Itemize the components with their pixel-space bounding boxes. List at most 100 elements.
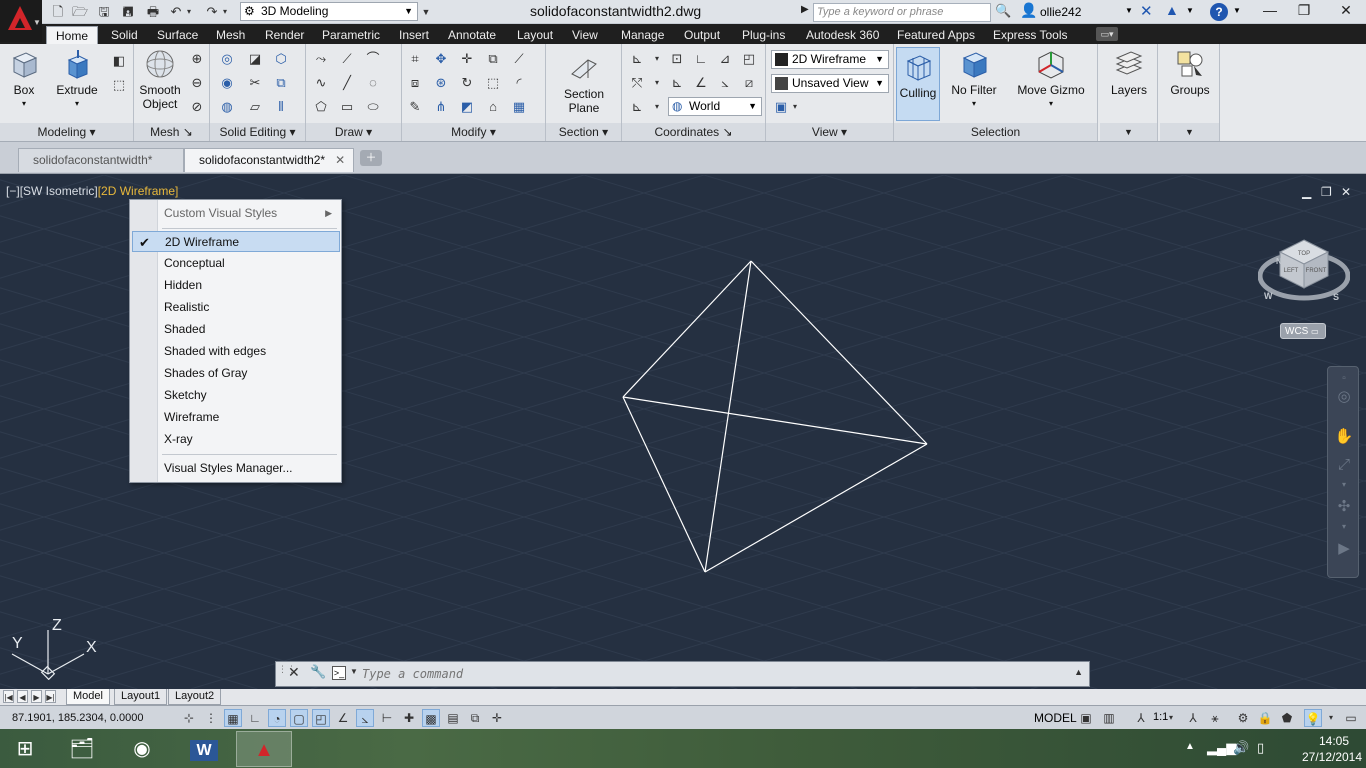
show-hidden-icons-icon[interactable]: ▲ xyxy=(1185,741,1195,752)
windows-start-icon[interactable]: ⊞ xyxy=(0,731,50,767)
line-icon[interactable]: ╱ xyxy=(338,74,356,92)
compass-n-label[interactable]: N xyxy=(1276,257,1282,266)
steering-wheel-icon[interactable]: ◎ xyxy=(1334,387,1354,407)
grid-display-icon[interactable]: ▦ xyxy=(224,709,242,727)
minimize-button[interactable]: — xyxy=(1252,0,1288,22)
ucs-face-dropdown-icon[interactable]: ▾ xyxy=(652,98,662,116)
3d-object-snap-icon[interactable]: ◰ xyxy=(312,709,330,727)
doc-tab-1[interactable]: solidofaconstantwidth* xyxy=(18,148,184,172)
viewcube-front-label[interactable]: FRONT xyxy=(1306,268,1327,274)
mesh-smooth-less-icon[interactable]: ⊖ xyxy=(188,74,206,92)
clock-date[interactable]: 27/12/2014 xyxy=(1300,750,1364,764)
autodesk-360-icon[interactable]: ▲ xyxy=(1165,2,1179,18)
snap-mode-icon[interactable]: ⋮ xyxy=(202,709,220,727)
tab-home[interactable]: Home xyxy=(46,26,99,44)
new-file-icon[interactable]: 🗋 xyxy=(48,3,68,21)
groups-button[interactable]: Groups xyxy=(1166,48,1214,97)
mirror-icon[interactable]: ⧈ xyxy=(406,74,424,92)
wcs-menu[interactable]: WCS ▭ xyxy=(1280,323,1326,339)
menu-item-sketchy[interactable]: Sketchy xyxy=(132,385,340,406)
showmotion-icon[interactable]: ▶ xyxy=(1334,539,1354,559)
menu-item-x-ray[interactable]: X-ray xyxy=(132,429,340,450)
panel-title-draw[interactable]: Draw ▾ xyxy=(306,123,401,141)
undo-icon[interactable]: ↶ xyxy=(166,3,186,21)
transparency-icon[interactable]: ▩ xyxy=(422,709,440,727)
quick-view-layouts-icon[interactable]: ▣ xyxy=(1077,709,1095,727)
print-icon[interactable]: 🖶 xyxy=(143,3,163,21)
groups-expand-icon[interactable]: ▼ xyxy=(1160,123,1219,141)
scale-icon[interactable]: ⬚ xyxy=(484,74,502,92)
application-menu-button[interactable]: ▼ xyxy=(0,0,42,42)
orbit-icon[interactable]: ✣ xyxy=(1334,497,1354,517)
auto-scale-icon[interactable]: ⚹ xyxy=(1206,709,1224,727)
object-snap-tracking-icon[interactable]: ∠ xyxy=(334,709,352,727)
network-icon[interactable]: ▂▄▆ xyxy=(1207,740,1236,756)
annotation-visibility-icon[interactable]: ⅄ xyxy=(1184,709,1202,727)
ribbon-minimize-icon[interactable]: ▭▾ xyxy=(1096,27,1118,41)
tab-autodesk-360[interactable]: Autodesk 360 xyxy=(802,26,883,44)
viewcube-left-label[interactable]: LEFT xyxy=(1284,268,1299,274)
autocad-taskbar-icon[interactable]: ▲ xyxy=(236,731,292,767)
navbar-close-icon[interactable]: ▫ xyxy=(1334,369,1354,389)
array-icon[interactable]: ▦ xyxy=(510,98,528,116)
copy-icon[interactable]: ⧉ xyxy=(484,50,502,68)
polysolid-icon[interactable]: ⬚ xyxy=(110,76,128,94)
save-as-icon[interactable]: 🖪 xyxy=(118,3,138,21)
polar-tracking-icon[interactable]: ◔ xyxy=(268,709,286,727)
move-gizmo-button[interactable]: Move Gizmo ▾ xyxy=(1014,48,1088,111)
quick-properties-icon[interactable]: ▤ xyxy=(444,709,462,727)
menu-item-hidden[interactable]: Hidden xyxy=(132,275,340,296)
rectangle-icon[interactable]: ▭ xyxy=(338,98,356,116)
ucs-face-icon[interactable]: ⊾ xyxy=(628,98,646,116)
mesh-smooth-more-icon[interactable]: ⊕ xyxy=(188,50,206,68)
tab-layout[interactable]: Layout xyxy=(513,26,557,44)
ucs-object-icon[interactable]: ⊾ xyxy=(668,74,686,92)
menu-item-shades-of-gray[interactable]: Shades of Gray xyxy=(132,363,340,384)
layers-expand-icon[interactable]: ▼ xyxy=(1100,123,1157,141)
qat-more-icon[interactable]: ▼ xyxy=(420,3,432,21)
union-icon[interactable]: ◎ xyxy=(218,50,236,68)
lock-icon[interactable]: 🔒 xyxy=(1256,709,1274,727)
arc-icon[interactable]: ⌒ xyxy=(364,50,382,68)
binoculars-icon[interactable]: 🔍 xyxy=(995,3,1013,21)
clean-screen-icon[interactable]: ▭ xyxy=(1342,709,1360,727)
menu-item-2d-wireframe[interactable]: ✔ 2D Wireframe xyxy=(132,231,340,252)
presspull-icon[interactable]: ◧ xyxy=(110,52,128,70)
polyline-icon[interactable]: ⤳ xyxy=(312,50,330,68)
panel-title-modify[interactable]: Modify ▾ xyxy=(402,123,545,141)
section-plane-button[interactable]: Section Plane xyxy=(558,52,610,115)
move-icon[interactable]: ✛ xyxy=(458,50,476,68)
ucs-3point-icon[interactable]: ⧄ xyxy=(740,74,758,92)
tab-express-tools[interactable]: Express Tools xyxy=(989,26,1071,44)
application-status-dropdown-icon[interactable]: ▾ xyxy=(1326,709,1336,727)
recent-commands-icon[interactable]: >_ xyxy=(332,666,346,680)
tab-parametric[interactable]: Parametric xyxy=(318,26,384,44)
workspace-select[interactable]: ⚙ 3D Modeling ▼ xyxy=(240,2,418,21)
redo-dropdown-icon[interactable]: ▾ xyxy=(220,3,230,21)
new-tab-button[interactable]: ＋ xyxy=(360,150,382,166)
user-dropdown-icon[interactable]: ▼ xyxy=(1125,6,1133,15)
workspace-switching-icon[interactable]: ⚙ xyxy=(1234,709,1252,727)
annotation-monitor-icon[interactable]: ✛ xyxy=(488,709,506,727)
tab-layout1[interactable]: Layout1 xyxy=(114,689,168,705)
menu-item-realistic[interactable]: Realistic xyxy=(132,297,340,318)
ucs-y-icon[interactable]: ∠ xyxy=(692,74,710,92)
next-layout-icon[interactable]: ▶ xyxy=(31,690,42,703)
orbit-dropdown-icon[interactable]: ▾ xyxy=(1334,517,1354,537)
named-view-select[interactable]: Unsaved View ▼ xyxy=(771,74,889,93)
menu-item-custom-visual-styles[interactable]: Custom Visual Styles ▶ xyxy=(132,203,340,224)
intersect-icon[interactable]: ◍ xyxy=(218,98,236,116)
annotation-scale-icon[interactable]: ⅄ xyxy=(1132,709,1150,727)
zoom-dropdown-icon[interactable]: ▾ xyxy=(1334,475,1354,495)
coordinates-readout[interactable]: 87.1901, 185.2304, 0.0000 xyxy=(12,712,144,724)
file-explorer-icon[interactable]: 🗂 xyxy=(54,731,110,767)
tab-insert[interactable]: Insert xyxy=(395,26,433,44)
tab-featured-apps[interactable]: Featured Apps xyxy=(893,26,979,44)
ortho-mode-icon[interactable]: ∟ xyxy=(246,709,264,727)
annotation-scale-dropdown-icon[interactable]: ▾ xyxy=(1166,709,1176,727)
dynamic-ucs-icon[interactable]: ⦣ xyxy=(356,709,374,727)
restore-button[interactable]: ❐ xyxy=(1286,0,1322,22)
panel-title-view[interactable]: View ▾ xyxy=(766,123,893,141)
ucs-dropdown-icon[interactable]: ▾ xyxy=(652,50,662,68)
chevron-down-icon[interactable]: ▼ xyxy=(350,667,358,676)
